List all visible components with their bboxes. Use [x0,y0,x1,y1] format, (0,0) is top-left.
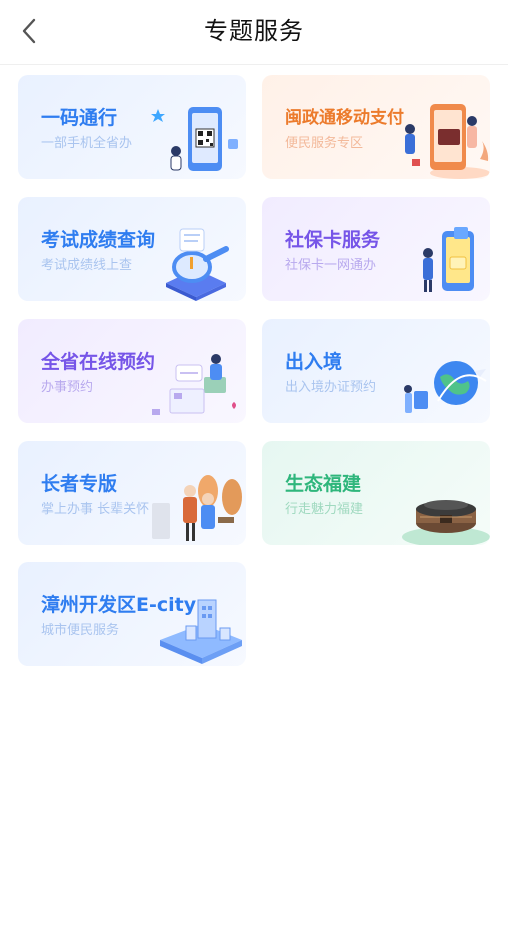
card-title: 全省在线预约 [41,351,156,373]
card-subtitle: 掌上办事 长辈关怀 [41,502,150,517]
card-exam-results[interactable]: 考试成绩查询 考试成绩线上查 [18,197,246,301]
card-subtitle: 社保卡一网通办 [285,258,377,273]
card-zhangzhou-ecity[interactable]: 漳州开发区E-city 城市便民服务 [18,562,246,666]
card-eco-fujian[interactable]: 生态福建 行走魅力福建 [262,441,490,545]
tulou-building-illustration [390,465,490,545]
card-elderly-edition[interactable]: 长者专版 掌上办事 长辈关怀 [18,441,246,545]
qr-phone-illustration [146,99,246,179]
online-booking-illustration [146,343,246,423]
card-exit-entry[interactable]: 出入境 出入境办证预约 [262,319,490,423]
page-title: 专题服务 [204,17,304,45]
card-subtitle: 行走魅力福建 [285,502,364,517]
card-title: 闽政通移动支付 [285,108,404,128]
magnifier-scroll-illustration [146,221,246,301]
top-bar: 专题服务 [0,0,508,65]
card-subtitle: 城市便民服务 [41,623,120,638]
card-yi-ma-tong-xing[interactable]: 一码通行 一部手机全省办 [18,75,246,179]
globe-airplane-illustration [390,343,490,423]
mobile-payment-illustration [390,99,490,179]
card-title: 长者专版 [41,473,118,495]
card-title: 考试成绩查询 [41,229,156,251]
card-title: 社保卡服务 [285,229,381,251]
social-security-card-illustration [390,221,490,301]
card-social-security[interactable]: 社保卡服务 社保卡一网通办 [262,197,490,301]
card-subtitle: 出入境办证预约 [285,380,377,395]
card-subtitle: 办事预约 [41,380,94,395]
card-mobile-payment[interactable]: 闽政通移动支付 便民服务专区 [262,75,490,179]
card-title: 出入境 [285,351,343,373]
card-subtitle: 考试成绩线上查 [41,258,133,273]
elderly-people-illustration [146,465,246,545]
card-subtitle: 便民服务专区 [285,136,364,151]
city-platform-illustration [146,586,246,666]
card-online-booking[interactable]: 全省在线预约 办事预约 [18,319,246,423]
card-title: 生态福建 [285,473,362,495]
card-subtitle: 一部手机全省办 [41,136,133,151]
card-title: 一码通行 [41,107,118,129]
